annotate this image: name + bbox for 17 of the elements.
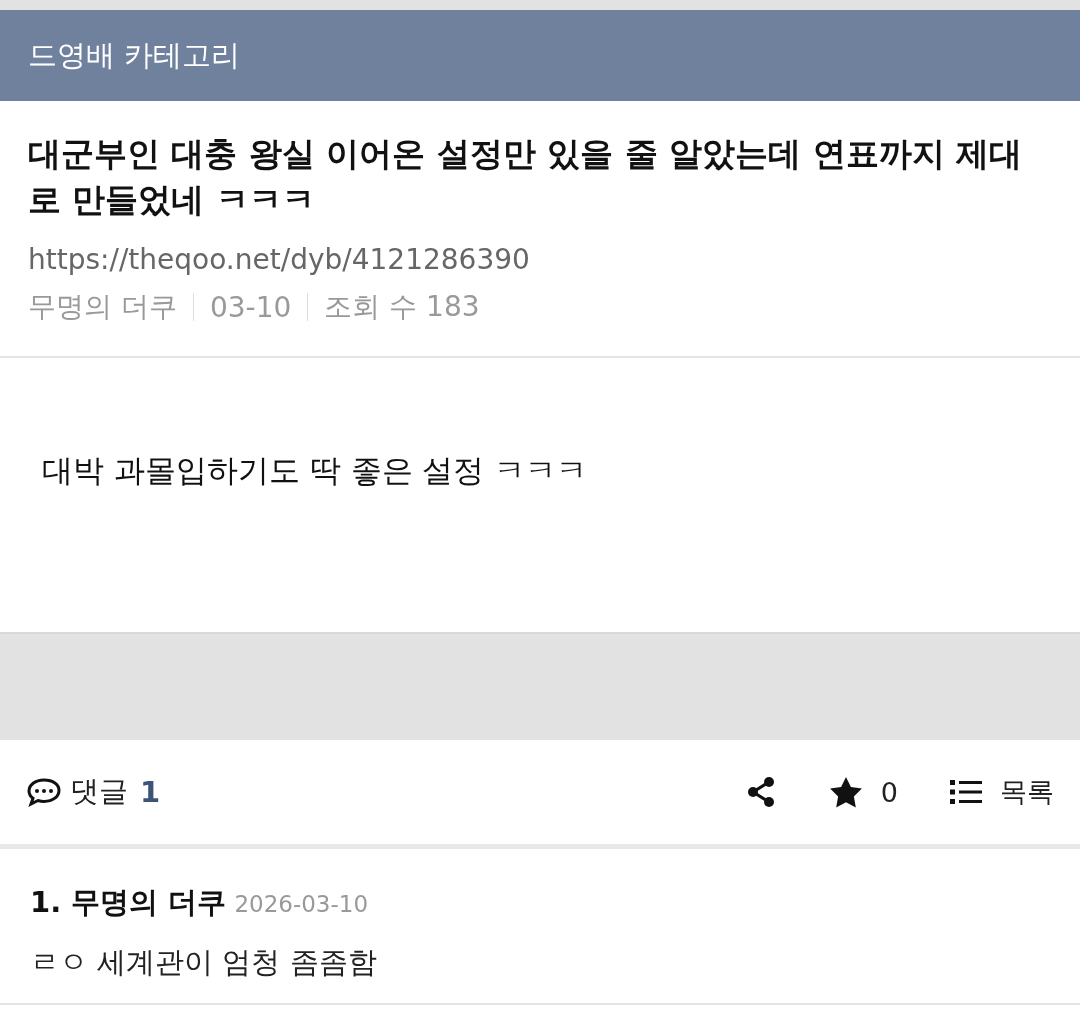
comment-text: ㄹㅇ 세계관이 엄청 좀좀함	[30, 944, 378, 981]
comments-count: 1	[140, 775, 161, 809]
post-link[interactable]: https://theqoo.net/dyb/4121286390	[28, 243, 1052, 276]
list-icon[interactable]	[950, 779, 982, 805]
comment-date: 2026-03-10	[234, 891, 369, 917]
star-count: 0	[880, 776, 898, 808]
category-title[interactable]: 드영배 카테고리	[28, 35, 241, 76]
speech-bubble-icon	[26, 777, 62, 807]
comment-author: 1. 무명의 더쿠	[30, 884, 227, 921]
post-title: 대군부인 대충 왕실 이어온 설정만 있을 줄 알았는데 연표까지 제대로 만들었네 ㅋㅋㅋ	[28, 133, 1024, 221]
list-label[interactable]: 목록	[1000, 774, 1054, 810]
post-body: 대박 과몰입하기도 딱 좋은 설정 ㅋㅋㅋ	[42, 451, 588, 490]
comments-label[interactable]: 댓글	[70, 772, 128, 812]
post-meta: 03-10	[209, 290, 292, 324]
star-icon[interactable]	[828, 776, 863, 808]
post-meta: 조회 수 183	[324, 289, 480, 325]
post-meta: 무명의 더쿠	[28, 289, 177, 325]
